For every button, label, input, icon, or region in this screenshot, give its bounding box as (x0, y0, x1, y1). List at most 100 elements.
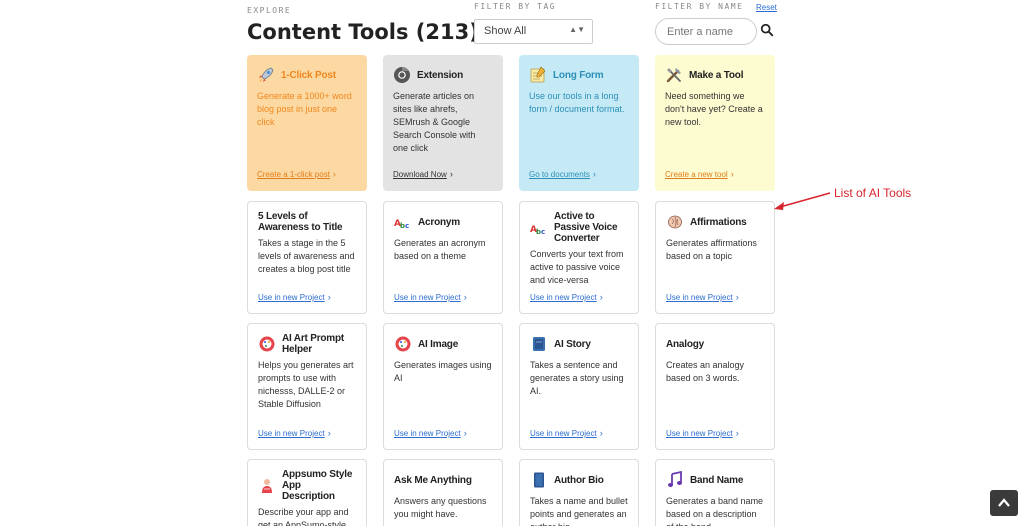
explore-label: EXPLORE (247, 6, 292, 15)
card-description: Generates affirmations based on a topic (666, 238, 757, 261)
tool-card-affirmations[interactable]: Affirmations Generates affirmations base… (655, 201, 775, 314)
chevron-right-icon: › (463, 292, 467, 302)
card-title: AI Story (554, 338, 591, 350)
svg-text:c: c (541, 228, 545, 236)
svg-text:c: c (405, 222, 409, 230)
notepad-icon (529, 66, 547, 84)
filter-by-tag-label: FILTER BY TAG (474, 2, 557, 11)
chevron-right-icon: › (599, 428, 603, 438)
use-in-new-project-link[interactable]: Use in new Project › (394, 292, 467, 302)
palette-icon (394, 335, 412, 353)
chevron-right-icon: › (592, 169, 596, 179)
rocket-icon (257, 66, 275, 84)
card-title: Affirmations (690, 216, 747, 228)
card-title: 1-Click Post (281, 69, 336, 81)
tool-card-band-name[interactable]: Band Name Generates a band name based on… (655, 459, 775, 526)
card-description: Takes a sentence and generates a story u… (530, 360, 624, 396)
tool-card-analogy[interactable]: Analogy Creates an analogy based on 3 wo… (655, 323, 775, 450)
card-description: Need something we don't have yet? Create… (665, 91, 763, 127)
search-icon[interactable] (760, 23, 776, 39)
featured-card-1-click-post[interactable]: 1-Click Post Generate a 1000+ word blog … (247, 55, 367, 191)
use-in-new-project-link[interactable]: Use in new Project › (258, 292, 331, 302)
card-title: Ask Me Anything (394, 474, 472, 486)
tool-card-ai-art-prompt-helper[interactable]: AI Art Prompt Helper Helps you generates… (247, 323, 367, 450)
chrome-icon (393, 66, 411, 84)
card-title: Extension (417, 69, 463, 81)
tools-icon (665, 66, 683, 84)
featured-card-extension[interactable]: Extension Generate articles on sites lik… (383, 55, 503, 191)
select-arrow-icon: ▲▼ (569, 25, 585, 34)
use-in-new-project-link[interactable]: Use in new Project › (666, 428, 739, 438)
card-title: Long Form (553, 69, 604, 81)
use-in-new-project-link[interactable]: Use in new Project › (394, 428, 467, 438)
card-link[interactable]: Download Now › (393, 169, 453, 179)
blue-book-icon (530, 471, 548, 489)
card-title: 5 Levels of Awareness to Title (258, 211, 343, 233)
music-note-icon (666, 471, 684, 489)
card-title: Appsumo Style App Description (282, 469, 353, 502)
card-description: Takes a name and bullet points and gener… (530, 496, 628, 526)
tag-select[interactable]: Show All ▲▼ (474, 19, 593, 44)
card-title: Analogy (666, 338, 705, 350)
chevron-right-icon: › (332, 169, 336, 179)
tool-card-ask-me-anything[interactable]: Ask Me Anything Answers any questions yo… (383, 459, 503, 526)
card-description: Helps you generates art prompts to use w… (258, 360, 354, 409)
card-description: Use our tools in a long form / document … (529, 91, 625, 114)
chevron-right-icon: › (327, 292, 331, 302)
filter-by-name-label: FILTER BY NAME (655, 2, 744, 11)
tool-card-author-bio[interactable]: Author Bio Takes a name and bullet point… (519, 459, 639, 526)
card-description: Generates an acronym based on a theme (394, 238, 486, 261)
card-description: Generate articles on sites like ahrefs, … (393, 91, 476, 153)
chevron-right-icon: › (449, 169, 453, 179)
use-in-new-project-link[interactable]: Use in new Project › (666, 292, 739, 302)
card-link[interactable]: Create a 1-click post › (257, 169, 336, 179)
reset-link[interactable]: Reset (756, 3, 777, 12)
card-title: Acronym (418, 216, 460, 228)
card-title: Active to Passive Voice Converter (554, 211, 618, 244)
card-title: Author Bio (554, 474, 604, 486)
featured-card-make-a-tool[interactable]: Make a Tool Need something we don't have… (655, 55, 775, 191)
card-title: AI Image (418, 338, 459, 350)
book-icon (530, 335, 548, 353)
tool-card-acronym[interactable]: Abc Acronym Generates an acronym based o… (383, 201, 503, 314)
chevron-right-icon: › (730, 169, 734, 179)
chevron-right-icon: › (735, 292, 739, 302)
featured-card-long-form[interactable]: Long Form Use our tools in a long form /… (519, 55, 639, 191)
name-search-input[interactable] (655, 18, 757, 45)
tool-card-appsumo-style[interactable]: Appsumo Style App Description Describe y… (247, 459, 367, 526)
use-in-new-project-link[interactable]: Use in new Project › (530, 292, 603, 302)
page-title: Content Tools (213) (247, 20, 479, 44)
card-title: Band Name (690, 474, 744, 486)
palette-icon (258, 335, 276, 353)
chevron-right-icon: › (463, 428, 467, 438)
card-description: Answers any questions you might have. (394, 496, 487, 519)
chevron-right-icon: › (599, 292, 603, 302)
card-title: AI Art Prompt Helper (282, 333, 345, 355)
card-title: Make a Tool (689, 69, 744, 81)
tool-card-ai-image[interactable]: AI Image Generates images using AI Use i… (383, 323, 503, 450)
card-link[interactable]: Go to documents › (529, 169, 596, 179)
chevron-right-icon: › (327, 428, 331, 438)
chevron-right-icon: › (735, 428, 739, 438)
abc-icon: Abc (394, 213, 412, 231)
brain-icon (666, 213, 684, 231)
card-description: Generates images using AI (394, 360, 492, 383)
card-description: Generate a 1000+ word blog post in just … (257, 91, 352, 127)
tag-select-value: Show All (484, 25, 527, 37)
card-description: Generates a band name based on a descrip… (666, 496, 764, 526)
back-to-top-button[interactable] (990, 490, 1018, 516)
chevron-up-icon (998, 498, 1010, 507)
tool-card-ai-story[interactable]: AI Story Takes a sentence and generates … (519, 323, 639, 450)
card-description: Takes a stage in the 5 levels of awarene… (258, 238, 355, 274)
tool-card-active-to-passive[interactable]: Abc Active to Passive Voice Converter Co… (519, 201, 639, 314)
card-description: Describe your app and get an AppSumo-sty… (258, 507, 349, 526)
use-in-new-project-link[interactable]: Use in new Project › (258, 428, 331, 438)
card-description: Converts your text from active to passiv… (530, 249, 624, 285)
abc-icon: Abc (530, 219, 548, 237)
card-link[interactable]: Create a new tool › (665, 169, 734, 179)
annotation-arrow-icon (774, 192, 831, 210)
card-description: Creates an analogy based on 3 words. (666, 360, 745, 383)
tool-card-5-levels-of-awareness[interactable]: 5 Levels of Awareness to Title Takes a s… (247, 201, 367, 314)
annotation-label: List of AI Tools (834, 186, 912, 200)
use-in-new-project-link[interactable]: Use in new Project › (530, 428, 603, 438)
